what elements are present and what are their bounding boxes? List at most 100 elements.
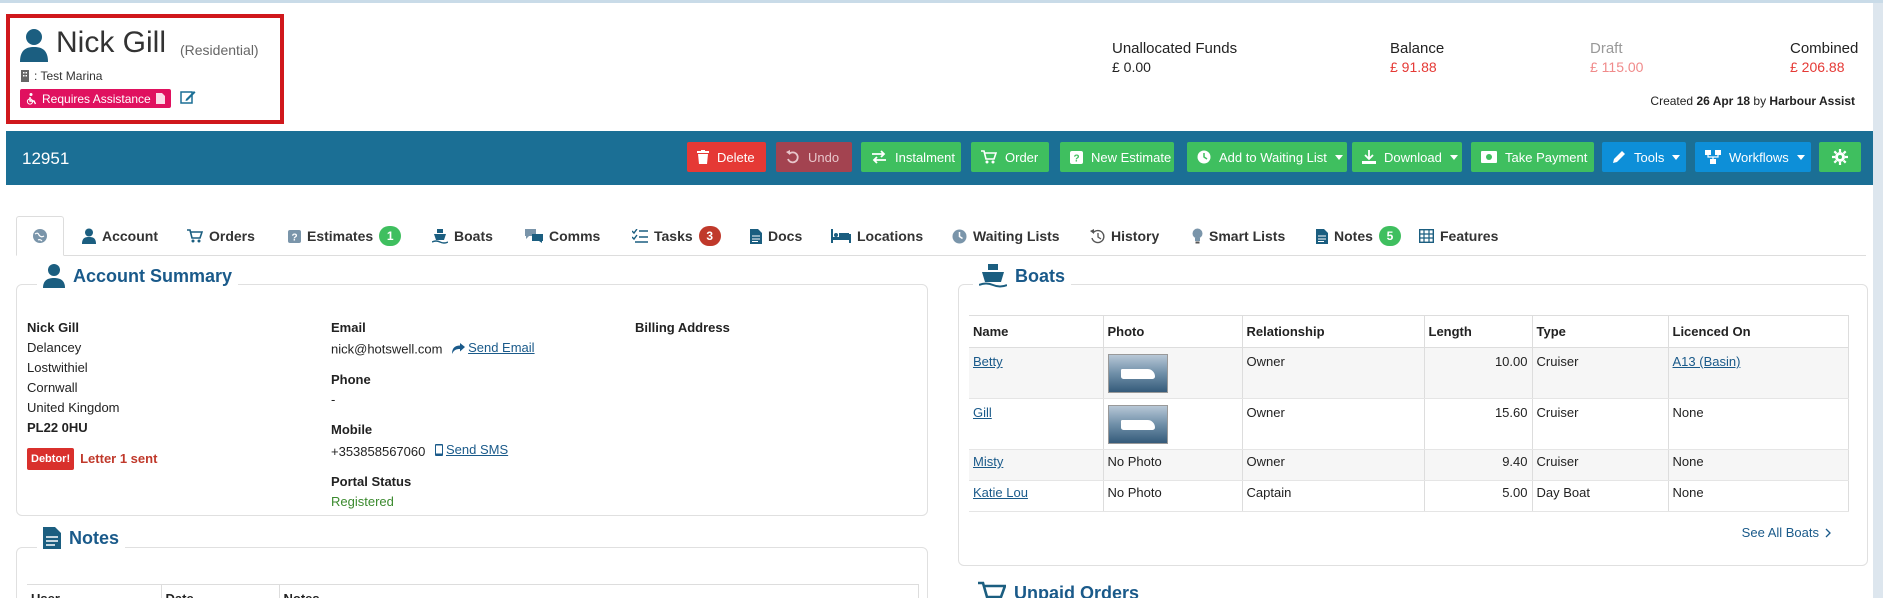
- customer-name-line: Nick Gill: [27, 320, 80, 335]
- column-header[interactable]: Type: [1532, 315, 1669, 348]
- tasks-count-badge: 3: [698, 226, 721, 246]
- scrollbar-gutter: [1873, 3, 1883, 598]
- column-header[interactable]: Length: [1424, 315, 1533, 348]
- billing-address-label: Billing Address: [635, 320, 730, 335]
- customer-address: Nick Gill Delancey Lostwithiel Cornwall …: [27, 318, 157, 470]
- tab-bar: Account Orders ? Estimates 1 Boats Comms…: [16, 216, 1866, 256]
- licence-cell: None: [1668, 449, 1849, 481]
- tab-notes[interactable]: Notes 5: [1316, 216, 1401, 256]
- tab-label: Tasks: [654, 228, 693, 244]
- boat-name-cell: Katie Lou: [969, 480, 1104, 512]
- licence-link[interactable]: A13 (Basin): [1673, 354, 1741, 369]
- send-sms-link[interactable]: Send SMS: [434, 440, 508, 460]
- tab-history[interactable]: History: [1090, 216, 1159, 256]
- tab-waiting-lists[interactable]: Waiting Lists: [952, 216, 1060, 256]
- column-header[interactable]: Name: [969, 315, 1104, 348]
- boat-name-link[interactable]: Katie Lou: [973, 485, 1028, 500]
- order-label: Order: [1005, 149, 1039, 165]
- requires-assistance-badge[interactable]: Requires Assistance: [20, 89, 171, 108]
- settings-button[interactable]: [1819, 142, 1861, 172]
- waiting-list-label: Add to Waiting List: [1219, 149, 1327, 165]
- portal-status-label: Portal Status: [331, 473, 412, 489]
- undo-icon: [786, 150, 799, 164]
- workflows-button[interactable]: Workflows: [1695, 142, 1811, 172]
- column-header[interactable]: Photo: [1103, 315, 1243, 348]
- send-email-link[interactable]: Send Email: [452, 338, 535, 358]
- caret-down-icon: [1334, 154, 1343, 160]
- address-line: United Kingdom: [27, 400, 120, 415]
- instalment-label: Instalment: [895, 149, 955, 165]
- portal-status-value: Registered: [331, 493, 394, 509]
- type-cell: Cruiser: [1532, 347, 1669, 399]
- document-icon: [155, 93, 165, 104]
- notes-table: User Date Notes: [27, 584, 919, 598]
- boat-photo-cell: No Photo: [1103, 449, 1243, 481]
- new-estimate-label: New Estimate: [1091, 149, 1172, 165]
- workflows-label: Workflows: [1729, 149, 1789, 165]
- tab-features[interactable]: Features: [1419, 216, 1498, 256]
- tab-overview[interactable]: [16, 216, 64, 256]
- boat-name-link[interactable]: Betty: [973, 354, 1003, 369]
- licence-cell: A13 (Basin): [1668, 347, 1849, 399]
- account-number: 12951: [22, 149, 70, 168]
- see-all-boats-link[interactable]: See All Boats: [1742, 525, 1831, 540]
- column-header[interactable]: User: [27, 584, 162, 598]
- delete-button[interactable]: Delete: [687, 142, 766, 172]
- column-header[interactable]: Notes: [279, 584, 919, 598]
- tab-boats[interactable]: Boats: [432, 216, 493, 256]
- order-button[interactable]: Order: [971, 142, 1049, 172]
- boat-photo[interactable]: [1107, 354, 1168, 393]
- tab-tasks[interactable]: Tasks 3: [632, 216, 721, 256]
- unallocated-funds: Unallocated Funds £ 0.00: [1112, 40, 1237, 75]
- table-icon: [1419, 229, 1434, 243]
- tab-estimates[interactable]: ? Estimates 1: [288, 216, 402, 256]
- send-email-label: Send Email: [468, 340, 535, 355]
- new-estimate-button[interactable]: ? New Estimate: [1060, 142, 1174, 172]
- length-cell: 5.00: [1424, 480, 1533, 512]
- undo-button[interactable]: Undo: [776, 142, 852, 172]
- boat-photo-cell: No Photo: [1103, 480, 1243, 512]
- boat-name-cell: Misty: [969, 449, 1104, 481]
- fund-label: Draft: [1590, 40, 1623, 57]
- fund-value: £ 115.00: [1590, 59, 1644, 75]
- ship-icon: [432, 228, 448, 244]
- created-info: Created 26 Apr 18 by Harbour Assist: [1650, 94, 1855, 108]
- tab-docs[interactable]: Docs: [750, 216, 802, 256]
- tab-label: Comms: [549, 228, 601, 244]
- column-header[interactable]: Licenced On: [1668, 315, 1849, 348]
- debtor-text: Letter 1 sent: [80, 451, 158, 466]
- see-all-label: See All Boats: [1741, 525, 1819, 540]
- question-icon: ?: [1070, 150, 1083, 164]
- trash-icon: [697, 150, 709, 164]
- tab-account[interactable]: Account: [82, 216, 158, 256]
- tab-label: Smart Lists: [1209, 228, 1286, 244]
- account-summary-panel: Account Summary Nick Gill Delancey Lostw…: [16, 264, 928, 516]
- take-payment-button[interactable]: Take Payment: [1471, 142, 1594, 172]
- length-cell: 9.40: [1424, 449, 1533, 481]
- user-icon: [43, 264, 65, 288]
- column-header[interactable]: Relationship: [1242, 315, 1425, 348]
- edit-icon[interactable]: [180, 89, 196, 105]
- instalment-button[interactable]: Instalment: [861, 142, 961, 172]
- ship-icon: [979, 264, 1007, 288]
- cart-icon: [978, 581, 1006, 598]
- customer-name: Nick Gill: [56, 26, 166, 59]
- download-button[interactable]: Download: [1352, 142, 1462, 172]
- tab-smart-lists[interactable]: Smart Lists: [1192, 216, 1285, 256]
- tab-locations[interactable]: Locations: [831, 216, 923, 256]
- boats-panel: Boats Name Photo Relationship Length Typ…: [958, 264, 1868, 566]
- sitemap-icon: [1705, 150, 1721, 164]
- column-header[interactable]: Date: [161, 584, 280, 598]
- boat-name-link[interactable]: Gill: [973, 405, 992, 420]
- waiting-list-button[interactable]: Add to Waiting List: [1187, 142, 1347, 172]
- tab-comms[interactable]: Comms: [525, 216, 600, 256]
- debtor-badge: Debtor!: [27, 448, 75, 470]
- licence-cell: None: [1668, 480, 1849, 512]
- boat-photo[interactable]: [1107, 405, 1168, 444]
- tab-orders[interactable]: Orders: [187, 216, 255, 256]
- relationship-cell: Captain: [1242, 480, 1425, 512]
- tools-button[interactable]: Tools: [1602, 142, 1686, 172]
- download-label: Download: [1384, 149, 1442, 165]
- phone-label: Phone: [331, 371, 371, 387]
- boat-name-link[interactable]: Misty: [973, 454, 1003, 469]
